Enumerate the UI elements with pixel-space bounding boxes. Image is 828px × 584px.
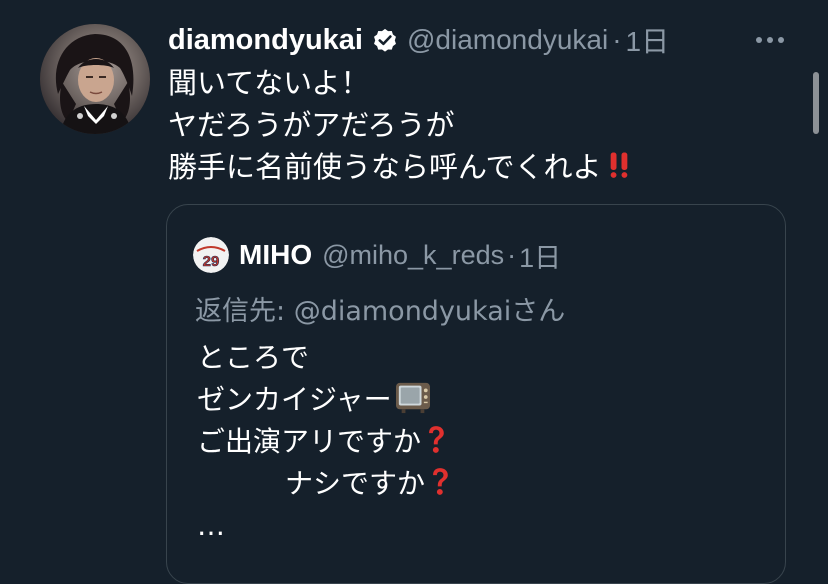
tweet-line: 聞いてないよ！	[168, 66, 370, 100]
question-mark-icon	[423, 424, 449, 468]
tweet-line-text: 勝手に名前使うなら呼んでくれよ	[168, 150, 602, 184]
quoted-line-text: ナシですか	[285, 467, 426, 500]
quoted-line: ナシですか	[197, 463, 757, 505]
header-separator: ·	[612, 24, 622, 55]
tweet-timestamp[interactable]: 1日	[626, 20, 670, 60]
reply-to-line: 返信先: @diamondyukaiさん	[195, 289, 565, 328]
reply-mention-link[interactable]: @diamondyukai	[294, 296, 512, 327]
author-handle[interactable]: @diamondyukai	[407, 24, 608, 56]
quoted-header-separator: ·	[507, 239, 517, 270]
quoted-tweet-text: ところで ゼンカイジャー ご出演アリですか ナシですか …	[197, 337, 757, 547]
tweet-line: ヤだろうがアだろうが	[168, 108, 455, 142]
reply-suffix: さん	[511, 296, 566, 327]
quoted-tweet-card[interactable]: 29 MIHO @miho_k_reds · 1日 返信先: @diamondy…	[166, 204, 786, 584]
quoted-line-text: ゼンカイジャー	[197, 383, 392, 416]
quoted-line: ゼンカイジャー	[197, 379, 757, 421]
quoted-line: …	[197, 509, 225, 542]
double-exclamation-icon	[604, 149, 634, 192]
quoted-author-avatar[interactable]: 29	[193, 237, 229, 273]
quoted-author-handle[interactable]: @miho_k_reds	[322, 240, 504, 271]
tweet[interactable]: diamondyukai @diamondyukai · 1日 聞いてないよ！ …	[0, 0, 828, 584]
tweet-text: 聞いてないよ！ ヤだろうがアだろうが 勝手に名前使うなら呼んでくれよ	[168, 62, 788, 188]
tweet-header: diamondyukai @diamondyukai · 1日	[168, 20, 669, 60]
tweet-line: 勝手に名前使うなら呼んでくれよ	[168, 146, 788, 188]
quoted-author-display-name[interactable]: MIHO	[239, 239, 312, 271]
quoted-line: ご出演アリですか	[197, 421, 757, 463]
reply-prefix: 返信先:	[195, 296, 294, 327]
quoted-avatar-number: 29	[203, 253, 220, 270]
scrollbar-thumb[interactable]	[813, 72, 819, 134]
author-avatar-image	[40, 24, 150, 134]
television-icon	[394, 380, 432, 426]
author-avatar[interactable]	[40, 24, 150, 134]
quoted-tweet-timestamp[interactable]: 1日	[519, 236, 561, 275]
quoted-tweet-header: 29 MIHO @miho_k_reds · 1日	[193, 235, 561, 275]
more-options-icon[interactable]	[752, 28, 788, 52]
quoted-line: ところで	[197, 341, 310, 374]
verified-badge-icon	[371, 26, 399, 54]
author-display-name[interactable]: diamondyukai	[168, 24, 363, 57]
question-mark-icon	[427, 466, 453, 510]
quoted-line-text: ご出演アリですか	[197, 425, 422, 458]
